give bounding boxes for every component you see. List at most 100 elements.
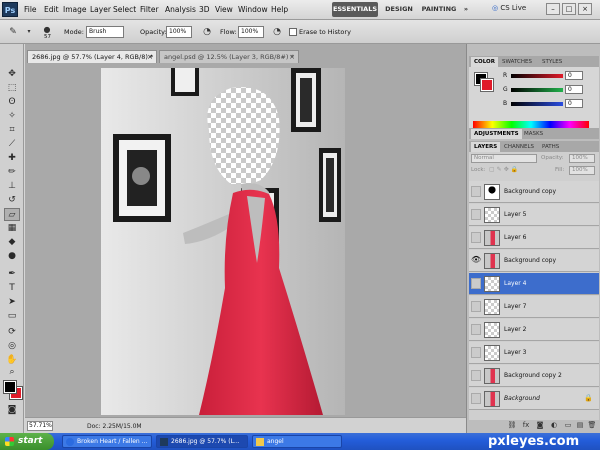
menu-edit[interactable]: Edit <box>44 5 59 14</box>
layer-row[interactable]: Background copy <box>469 181 599 203</box>
new-layer-icon[interactable]: ▤ <box>575 421 585 429</box>
shape-tool-icon[interactable]: ▭ <box>4 310 20 323</box>
fx-icon[interactable]: fx <box>521 421 531 429</box>
close-icon[interactable]: × <box>147 51 153 64</box>
tab-styles[interactable]: STYLES <box>539 57 565 67</box>
tab-swatches[interactable]: SWATCHES <box>499 57 535 67</box>
layer-thumbnail[interactable] <box>484 322 500 338</box>
channel-g-input[interactable]: 0 <box>565 85 583 94</box>
layer-opacity-input[interactable]: 100% <box>569 154 595 163</box>
minimize-icon[interactable]: – <box>546 3 560 15</box>
menu-window[interactable]: Window <box>238 5 268 14</box>
path-selection-tool-icon[interactable]: ➤ <box>4 296 20 309</box>
crop-tool-icon[interactable]: ⌗ <box>4 124 20 137</box>
workspace-design[interactable]: DESIGN <box>382 2 416 17</box>
brush-tool-icon[interactable]: ✏ <box>4 166 20 179</box>
layer-row[interactable]: Background copy 2 <box>469 365 599 387</box>
tab-masks[interactable]: MASKS <box>521 129 546 139</box>
trash-icon[interactable]: 🗑 <box>587 421 597 429</box>
channel-r-input[interactable]: 0 <box>565 71 583 80</box>
erase-to-history-checkbox[interactable] <box>289 28 297 36</box>
marquee-tool-icon[interactable]: ⬚ <box>4 82 20 95</box>
opacity-input[interactable]: 100% <box>166 26 192 38</box>
mask-icon[interactable]: ◙ <box>535 421 545 429</box>
canvas[interactable] <box>101 68 345 415</box>
channel-r-slider[interactable] <box>511 74 563 78</box>
menu-view[interactable]: View <box>215 5 233 14</box>
layer-row[interactable]: Layer 5 <box>469 204 599 226</box>
channel-g-slider[interactable] <box>511 88 563 92</box>
maximize-icon[interactable]: □ <box>562 3 576 15</box>
tab-paths[interactable]: PATHS <box>539 142 562 152</box>
taskbar-item-browser[interactable]: Broken Heart / Fallen ... <box>62 435 152 448</box>
layer-thumbnail[interactable] <box>484 391 500 407</box>
layer-row[interactable]: Layer 3 <box>469 342 599 364</box>
dropdown-arrow-icon[interactable]: ▾ <box>22 25 36 39</box>
lock-icons[interactable]: ▢✎✥🔒 <box>489 166 520 173</box>
tab-adjustments[interactable]: ADJUSTMENTS <box>471 129 522 139</box>
eraser-tool-icon[interactable]: ▱ <box>4 208 20 221</box>
quick-mask-icon[interactable]: ◙ <box>4 404 20 417</box>
eyedropper-tool-icon[interactable]: ⟋ <box>4 138 20 151</box>
visibility-toggle[interactable] <box>471 324 481 335</box>
menu-analysis[interactable]: Analysis <box>165 5 196 14</box>
layer-thumbnail[interactable] <box>484 253 500 269</box>
fill-input[interactable]: 100% <box>569 166 595 175</box>
airbrush-pressure-icon[interactable]: ◔ <box>200 25 214 39</box>
blend-mode-select[interactable]: Normal <box>471 154 537 163</box>
visibility-toggle[interactable] <box>471 186 481 197</box>
menu-select[interactable]: Select <box>113 5 136 14</box>
cs-live-button[interactable]: ◎ CS Live <box>492 4 526 12</box>
airbrush-icon[interactable]: ◔ <box>270 25 284 39</box>
start-button[interactable]: start <box>0 433 54 450</box>
move-tool-icon[interactable]: ✥ <box>4 68 20 81</box>
visibility-toggle[interactable] <box>471 301 481 312</box>
history-brush-tool-icon[interactable]: ↺ <box>4 194 20 207</box>
healing-brush-tool-icon[interactable]: ✚ <box>4 152 20 165</box>
mode-select[interactable]: Brush <box>86 26 124 38</box>
zoom-tool-icon[interactable]: ⌕ <box>4 366 20 379</box>
menu-image[interactable]: Image <box>63 5 87 14</box>
group-folder-icon[interactable]: ▭ <box>563 421 573 429</box>
adjustment-icon[interactable]: ◐ <box>549 421 559 429</box>
link-icon[interactable]: ⛓ <box>507 421 517 429</box>
close-icon[interactable]: × <box>578 3 592 15</box>
visibility-toggle[interactable] <box>471 347 481 358</box>
channel-b-slider[interactable] <box>511 102 563 106</box>
flow-input[interactable]: 100% <box>238 26 264 38</box>
foreground-color-swatch[interactable] <box>3 380 17 394</box>
visibility-toggle[interactable] <box>471 209 481 220</box>
color-spectrum[interactable] <box>473 121 589 128</box>
layer-thumbnail[interactable] <box>484 184 500 200</box>
dodge-tool-icon[interactable]: ● <box>4 250 20 263</box>
layer-row[interactable]: 👁 Background copy <box>469 250 599 272</box>
blur-tool-icon[interactable]: ◆ <box>4 236 20 249</box>
layer-thumbnail[interactable] <box>484 230 500 246</box>
workspace-more[interactable]: » <box>460 2 472 17</box>
tab-channels[interactable]: CHANNELS <box>501 142 537 152</box>
tab-layers[interactable]: LAYERS <box>471 142 501 152</box>
close-icon[interactable]: × <box>289 51 295 64</box>
taskbar-item-folder[interactable]: angel <box>252 435 342 448</box>
pen-tool-icon[interactable]: ✒ <box>4 268 20 281</box>
layer-row[interactable]: Layer 4 <box>469 273 599 295</box>
quick-select-tool-icon[interactable]: ✧ <box>4 110 20 123</box>
lasso-tool-icon[interactable]: ʘ <box>4 96 20 109</box>
color-background-swatch[interactable] <box>480 78 494 92</box>
workspace-painting[interactable]: PAINTING <box>420 2 458 17</box>
layer-thumbnail[interactable] <box>484 207 500 223</box>
layer-thumbnail[interactable] <box>484 276 500 292</box>
layer-thumbnail[interactable] <box>484 368 500 384</box>
layer-thumbnail[interactable] <box>484 299 500 315</box>
tab-color[interactable]: COLOR <box>471 57 498 67</box>
visibility-toggle[interactable] <box>471 370 481 381</box>
layer-row[interactable]: Layer 7 <box>469 296 599 318</box>
menu-file[interactable]: File <box>24 5 37 14</box>
channel-b-input[interactable]: 0 <box>565 99 583 108</box>
zoom-input[interactable]: 57.71% <box>27 421 53 431</box>
layer-row[interactable]: Layer 2 <box>469 319 599 341</box>
visibility-toggle[interactable] <box>471 232 481 243</box>
3d-rotate-tool-icon[interactable]: ⟳ <box>4 326 20 339</box>
layer-thumbnail[interactable] <box>484 345 500 361</box>
gradient-tool-icon[interactable]: ▦ <box>4 222 20 235</box>
